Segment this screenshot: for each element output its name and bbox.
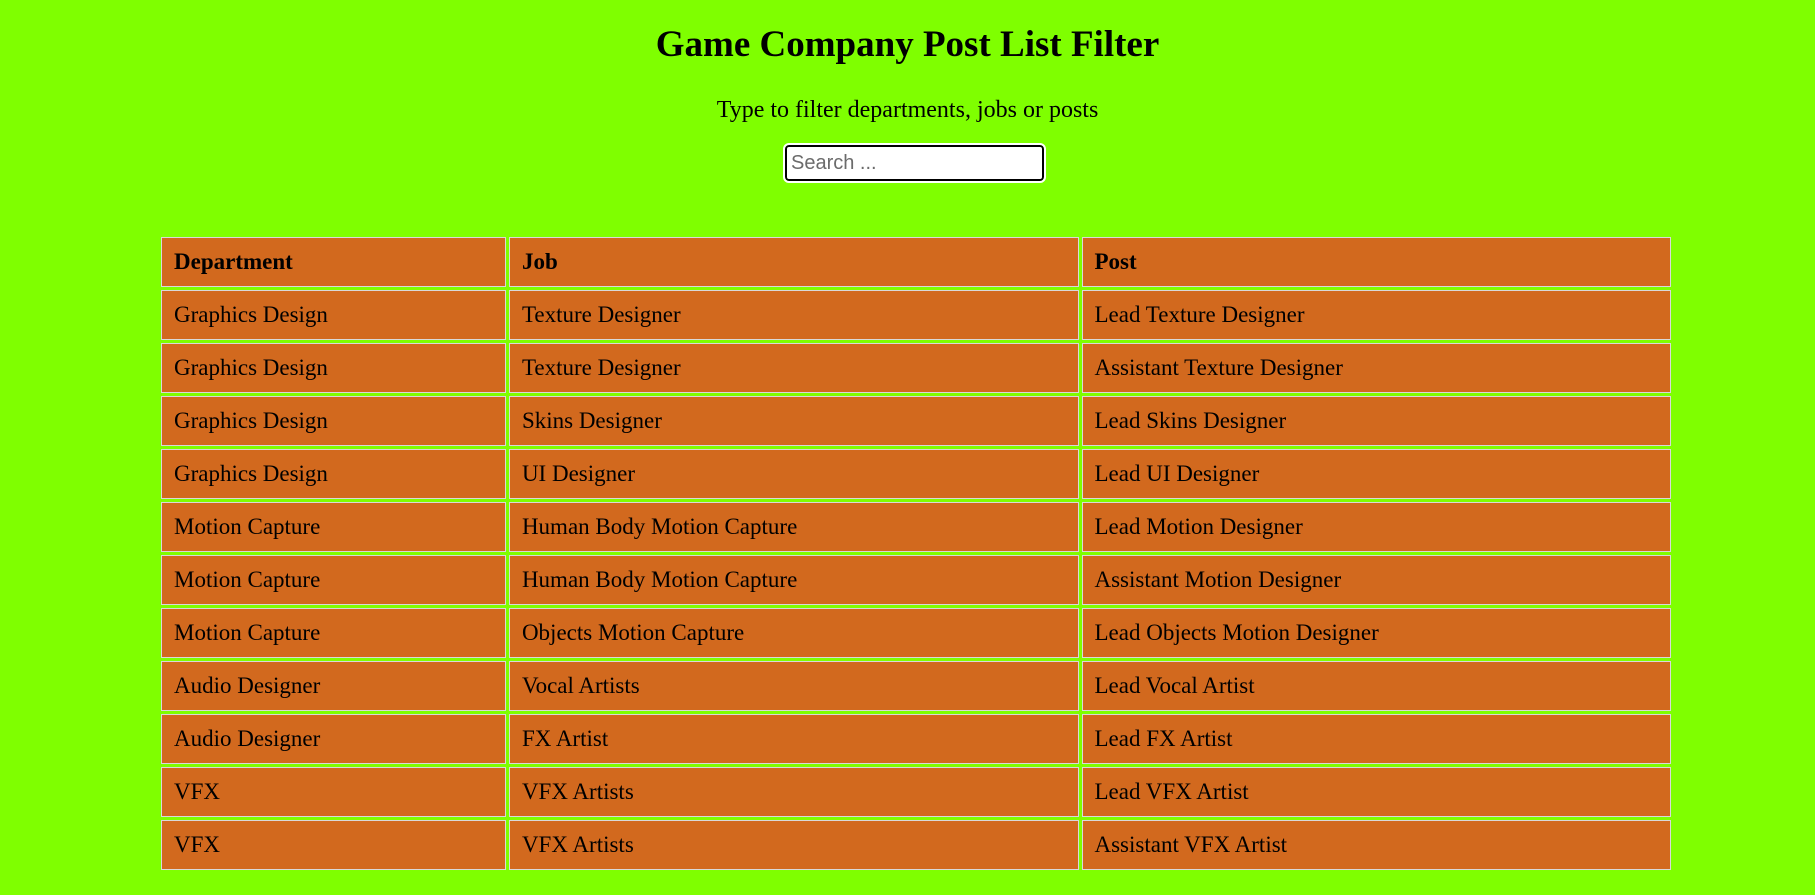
table-row: Graphics Design UI Designer Lead UI Desi…: [161, 449, 1671, 499]
cell-department: Motion Capture: [161, 608, 506, 658]
cell-job: Texture Designer: [508, 290, 1079, 340]
page-title: Game Company Post List Filter: [655, 24, 1160, 65]
post-table: Department Job Post Graphics Design Text…: [158, 234, 1674, 873]
cell-post: Lead Vocal Artist: [1081, 661, 1671, 711]
page: Game Company Post List Filter Type to fi…: [0, 0, 1815, 895]
cell-post: Assistant VFX Artist: [1081, 820, 1671, 870]
cell-department: Audio Designer: [161, 661, 506, 711]
cell-post: Lead FX Artist: [1081, 714, 1671, 764]
header-job: Job: [508, 237, 1079, 287]
cell-job: Vocal Artists: [508, 661, 1079, 711]
table-row: Motion Capture Human Body Motion Capture…: [161, 502, 1671, 552]
cell-job: Texture Designer: [508, 343, 1079, 393]
cell-post: Assistant Texture Designer: [1081, 343, 1671, 393]
cell-post: Assistant Motion Designer: [1081, 555, 1671, 605]
cell-post: Lead UI Designer: [1081, 449, 1671, 499]
cell-department: VFX: [161, 820, 506, 870]
cell-department: Motion Capture: [161, 555, 506, 605]
header-post: Post: [1081, 237, 1671, 287]
table-row: Graphics Design Texture Designer Lead Te…: [161, 290, 1671, 340]
table-row: Graphics Design Skins Designer Lead Skin…: [161, 396, 1671, 446]
cell-department: Motion Capture: [161, 502, 506, 552]
table-row: Motion Capture Human Body Motion Capture…: [161, 555, 1671, 605]
cell-department: Graphics Design: [161, 290, 506, 340]
cell-job: VFX Artists: [508, 820, 1079, 870]
header-department: Department: [161, 237, 506, 287]
table-row: Motion Capture Objects Motion Capture Le…: [161, 608, 1671, 658]
cell-department: Graphics Design: [161, 343, 506, 393]
table-row: Graphics Design Texture Designer Assista…: [161, 343, 1671, 393]
cell-job: Human Body Motion Capture: [508, 555, 1079, 605]
cell-post: Lead Motion Designer: [1081, 502, 1671, 552]
table-header-row: Department Job Post: [161, 237, 1671, 287]
cell-post: Lead Objects Motion Designer: [1081, 608, 1671, 658]
cell-department: Graphics Design: [161, 396, 506, 446]
table-row: Audio Designer Vocal Artists Lead Vocal …: [161, 661, 1671, 711]
cell-job: VFX Artists: [508, 767, 1079, 817]
cell-job: Skins Designer: [508, 396, 1079, 446]
search-container: [783, 143, 1046, 183]
cell-job: FX Artist: [508, 714, 1079, 764]
table-row: Audio Designer FX Artist Lead FX Artist: [161, 714, 1671, 764]
page-subtitle: Type to filter departments, jobs or post…: [716, 97, 1099, 123]
table-row: VFX VFX Artists Assistant VFX Artist: [161, 820, 1671, 870]
cell-department: Graphics Design: [161, 449, 506, 499]
cell-job: Objects Motion Capture: [508, 608, 1079, 658]
cell-job: Human Body Motion Capture: [508, 502, 1079, 552]
cell-post: Lead Skins Designer: [1081, 396, 1671, 446]
cell-department: Audio Designer: [161, 714, 506, 764]
table-row: VFX VFX Artists Lead VFX Artist: [161, 767, 1671, 817]
cell-post: Lead VFX Artist: [1081, 767, 1671, 817]
search-input[interactable]: [783, 143, 1046, 183]
cell-post: Lead Texture Designer: [1081, 290, 1671, 340]
cell-department: VFX: [161, 767, 506, 817]
cell-job: UI Designer: [508, 449, 1079, 499]
